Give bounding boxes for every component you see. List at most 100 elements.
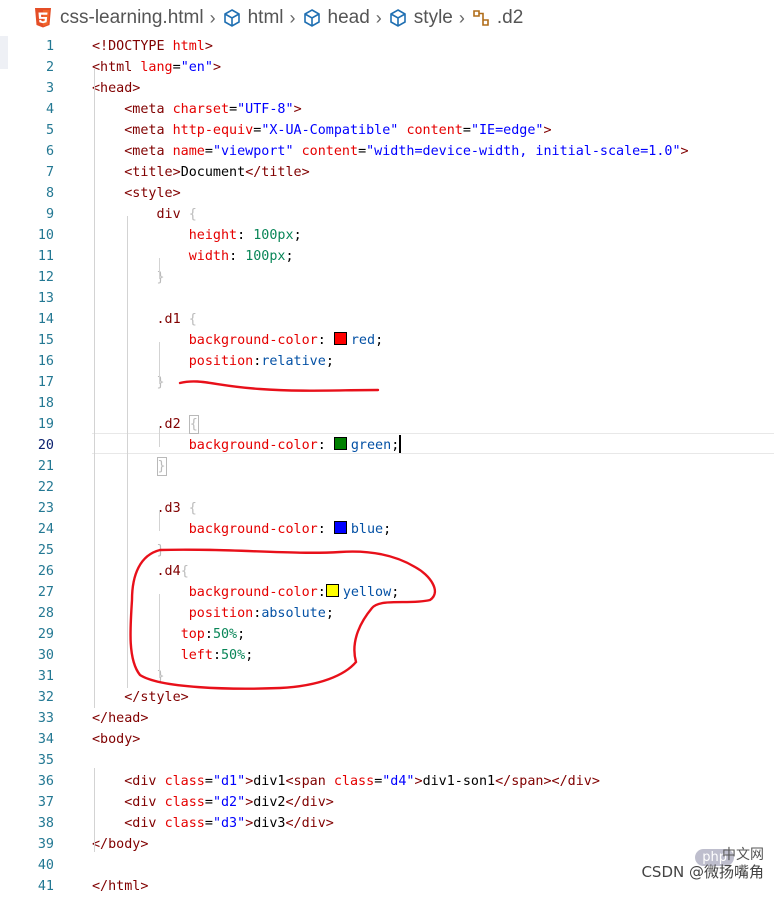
line-number: 22	[37, 480, 54, 495]
indent-guide	[159, 594, 160, 678]
code-line[interactable]: 30 left:50%;	[0, 645, 774, 666]
code-line[interactable]: 1 <!DOCTYPE html>	[0, 36, 774, 57]
code-line[interactable]: 11 width: 100px;	[0, 246, 774, 267]
code-token: </div>	[285, 795, 334, 810]
cube-icon	[303, 9, 320, 27]
code-line[interactable]: 27 background-color: yellow;	[0, 582, 774, 603]
color-swatch-icon[interactable]	[333, 437, 347, 450]
code-text: left:50%;	[92, 645, 254, 666]
line-number: 16	[37, 354, 54, 369]
code-line[interactable]: 37 <div class="d2">div2</div>	[0, 792, 774, 813]
code-line[interactable]: 24 background-color: blue;	[0, 519, 774, 540]
code-line[interactable]: 3 <head>	[0, 78, 774, 99]
code-line[interactable]: 16 position:relative;	[0, 351, 774, 372]
code-token: ;	[245, 648, 254, 663]
code-line[interactable]: 7 <title>Document</title>	[0, 162, 774, 183]
code-token: top	[180, 627, 205, 642]
code-token: <style>	[124, 186, 181, 201]
code-line[interactable]: 22	[0, 477, 774, 498]
code-token: =	[204, 144, 213, 159]
code-line[interactable]: 23 .d3 {	[0, 498, 774, 519]
code-line[interactable]: 2 <html lang="en">	[0, 57, 774, 78]
code-line[interactable]: 25 }	[0, 540, 774, 561]
code-token: div	[156, 207, 181, 222]
code-line[interactable]: 14 .d1 {	[0, 309, 774, 330]
code-line[interactable]: 33 </head>	[0, 708, 774, 729]
code-line[interactable]: 8 <style>	[0, 183, 774, 204]
watermark: CSDN @微扬嘴角	[641, 861, 764, 882]
code-token: {	[188, 312, 197, 327]
breadcrumb-file[interactable]: css-learning.html	[60, 7, 204, 29]
code-line[interactable]: 6 <meta name="viewport" content="width=d…	[0, 141, 774, 162]
code-line[interactable]: 26 .d4{	[0, 561, 774, 582]
code-token: <head>	[92, 81, 141, 96]
code-line[interactable]: 29 top:50%;	[0, 624, 774, 645]
code-token: absolute	[261, 606, 326, 621]
code-text: </html>	[92, 876, 148, 897]
code-line[interactable]: 28 position:absolute;	[0, 603, 774, 624]
code-token: class	[164, 774, 205, 789]
code-text: <title>Document</title>	[92, 162, 309, 183]
code-token: <!DOCTYPE	[92, 39, 165, 54]
line-number: 4	[45, 102, 54, 117]
code-editor[interactable]: 1 <!DOCTYPE html> 2 <html lang="en"> 3 <head>…	[0, 36, 774, 894]
code-token: }	[156, 669, 165, 684]
code-token: charset	[172, 102, 230, 117]
breadcrumb-item-head[interactable]: head	[302, 7, 370, 29]
code-token: >	[212, 60, 221, 75]
code-token: </style>	[124, 690, 189, 705]
color-swatch-icon[interactable]	[325, 584, 339, 597]
code-line[interactable]: 31 }	[0, 666, 774, 687]
code-token: :	[317, 585, 326, 600]
code-line[interactable]: 36 <div class="d1">div1<span class="d4">…	[0, 771, 774, 792]
code-line[interactable]: 10 height: 100px;	[0, 225, 774, 246]
line-number: 5	[45, 123, 54, 138]
line-number: 20	[37, 438, 54, 453]
breadcrumb-item-d2[interactable]: .d2	[471, 7, 523, 29]
code-line[interactable]: 13	[0, 288, 774, 309]
breadcrumb: css-learning.html › html › head › style …	[0, 0, 774, 36]
breadcrumb-item-style[interactable]: style	[388, 7, 453, 29]
code-text: .d1 {	[92, 309, 197, 330]
code-line[interactable]: 38 <div class="d3">div3</div>	[0, 813, 774, 834]
code-line[interactable]: 32 </style>	[0, 687, 774, 708]
code-token: height	[188, 228, 238, 243]
code-line[interactable]: 9 div {	[0, 204, 774, 225]
code-line[interactable]: 17 }	[0, 372, 774, 393]
code-line[interactable]: 15 background-color: red;	[0, 330, 774, 351]
color-swatch-icon[interactable]	[333, 332, 347, 345]
code-token: >	[204, 39, 213, 54]
code-text: }	[92, 540, 165, 561]
code-token: <meta	[124, 144, 165, 159]
line-number: 24	[37, 522, 54, 537]
code-line[interactable]: 34 <body>	[0, 729, 774, 750]
code-token: </div>	[285, 816, 334, 831]
code-line[interactable]: 39 </body>	[0, 834, 774, 855]
code-line[interactable]: 35	[0, 750, 774, 771]
code-line[interactable]: 18	[0, 393, 774, 414]
line-number: 27	[37, 585, 54, 600]
breadcrumb-item-html[interactable]: html	[222, 7, 284, 29]
code-line[interactable]: 4 <meta charset="UTF-8">	[0, 99, 774, 120]
code-token: div2	[253, 795, 286, 810]
code-line[interactable]: 19 .d2 {	[0, 414, 774, 435]
indent-guide	[159, 426, 160, 447]
code-line[interactable]: 20 background-color: green;	[0, 435, 774, 456]
code-text: <div class="d2">div2</div>	[92, 792, 334, 813]
code-line[interactable]: 12 }	[0, 267, 774, 288]
text-cursor	[399, 435, 402, 453]
html5-file-icon	[35, 8, 51, 28]
code-token: lang	[140, 60, 173, 75]
code-line[interactable]: 21 }	[0, 456, 774, 477]
line-number: 40	[37, 858, 54, 873]
color-swatch-icon[interactable]	[333, 521, 347, 534]
code-line[interactable]: 5 <meta http-equiv = "X-UA-Compatible" con…	[0, 120, 774, 141]
